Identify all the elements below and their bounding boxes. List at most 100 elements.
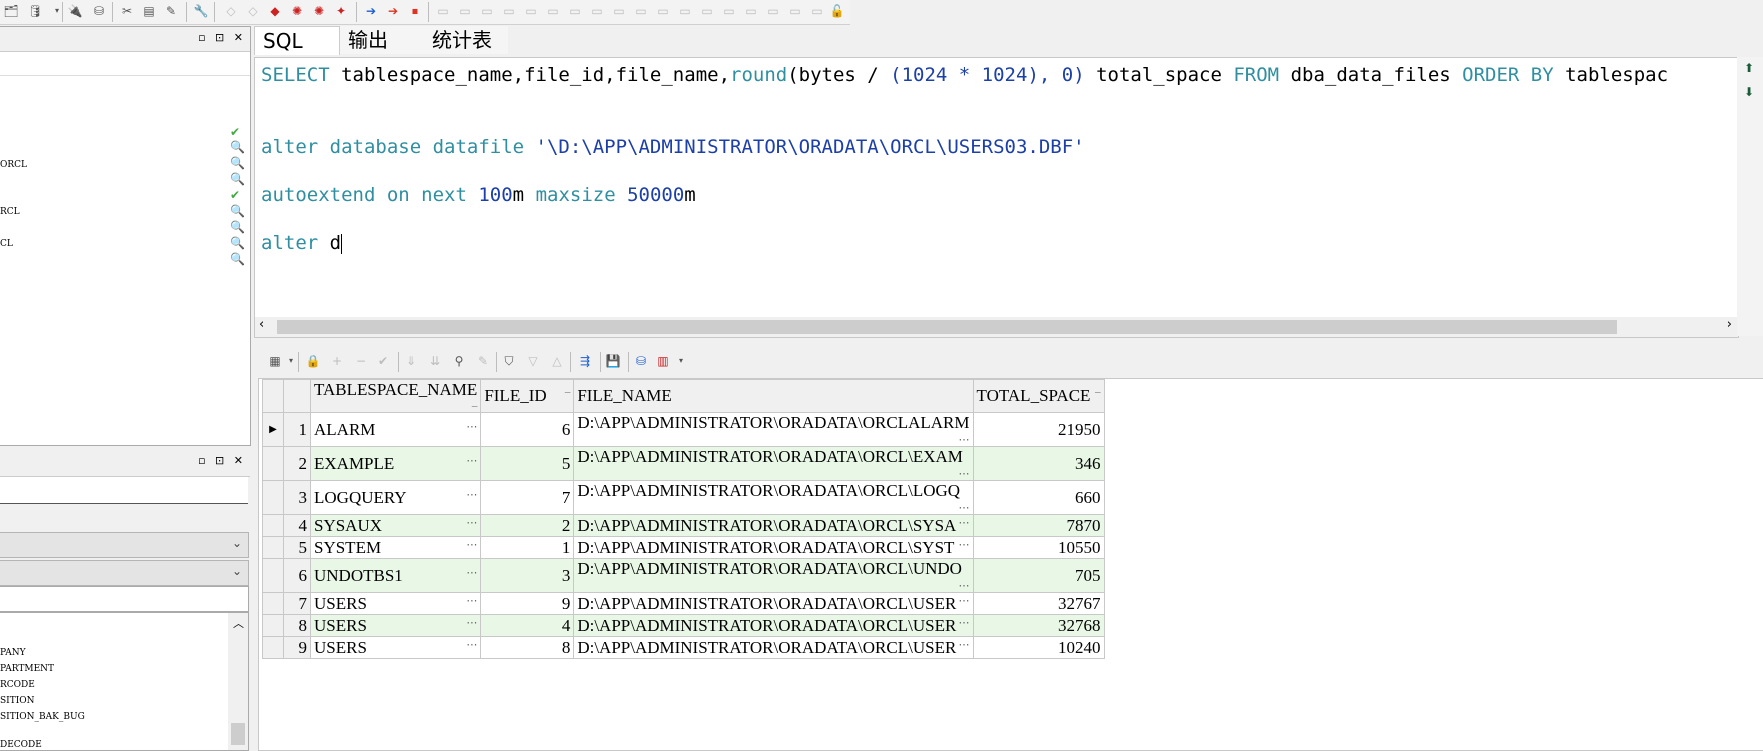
disabled-tool-icon[interactable]: ▭ [500,2,518,20]
connect-icon[interactable]: 🔌 [66,2,84,20]
cell-file-name[interactable]: D:\APP\ADMINISTRATOR\ORADATA\ORCL\USER ⋯ [573,614,974,637]
table-row[interactable]: 4 SYSAUX ⋯ 2 D:\APP\ADMINISTRATOR\ORADATA\OR… [262,514,1105,537]
owner-combo[interactable]: ⌄ [0,532,249,558]
dropdown-arrow-icon[interactable]: ▾ [48,2,66,20]
tree-item[interactable]: RCL [0,207,20,217]
cell-total-space[interactable]: 705 [972,558,1105,593]
unlock-icon[interactable]: 🔓 [828,2,846,20]
cell-total-space[interactable]: 7870 [972,514,1105,537]
binoculars-icon[interactable]: ⚲ [450,352,468,370]
disabled-tool-icon[interactable]: ◇ [244,2,262,20]
cell-editor-button[interactable]: ⋯ [466,454,477,467]
cell-file-name[interactable]: D:\APP\ADMINISTRATOR\ORADATA\ORCL\SYST ⋯ [573,536,974,559]
list-item[interactable]: SITION_BAK_BUG [0,712,85,722]
disabled-tool-icon[interactable]: ▭ [610,2,628,20]
cell-file-name[interactable]: D:\APP\ADMINISTRATOR\ORADATA\ORCL\EXAM ⋯ [573,446,974,481]
cell-editor-button[interactable]: ⋯ [959,616,970,629]
chevron-up-icon[interactable]: ︿ [233,615,244,631]
cell-file-name[interactable]: D:\APP\ADMINISTRATOR\ORADATA\ORCL\LOGQ ⋯ [573,480,974,515]
cell-tablespace-name[interactable]: SYSTEM ⋯ [309,536,482,559]
type-combo[interactable]: ⌄ [0,560,249,586]
export-icon[interactable]: ⇶ [576,352,594,370]
cell-total-space[interactable]: 346 [972,446,1105,481]
cell-tablespace-name[interactable]: USERS ⋯ [309,614,482,637]
post-changes-icon[interactable]: ✔ [374,352,392,370]
report-icon[interactable]: ▤ [140,2,158,20]
cell-editor-button[interactable]: ⋯ [466,488,477,501]
list-item[interactable]: PANY [0,648,26,658]
column-header[interactable]: TABLESPACE_NAME – [309,379,482,413]
cell-editor-button[interactable]: ⋯ [466,538,477,551]
disabled-tool-icon[interactable]: ▭ [742,2,760,20]
arrow-up-icon[interactable]: ⬆ [1744,61,1754,75]
tools-icon[interactable]: ✂ [118,2,136,20]
disabled-tool-icon[interactable]: ▭ [456,2,474,20]
fetch-last-icon[interactable]: ⇊ [426,352,444,370]
delete-row-icon[interactable]: − [352,352,370,370]
red-cube-icon[interactable]: ◆ [266,2,284,20]
sql-editor[interactable]: SELECT tablespace_name,file_id,file_name… [254,57,1739,338]
disabled-tool-icon[interactable]: ▭ [764,2,782,20]
disabled-tool-icon[interactable]: ▭ [522,2,540,20]
cell-total-space[interactable]: 10240 [972,636,1105,659]
database-icon[interactable]: ⛁ [632,352,650,370]
cell-editor-button[interactable]: ⋯ [959,516,970,529]
disabled-tool-icon[interactable]: ▭ [434,2,452,20]
search-input[interactable] [0,586,249,612]
stop-icon[interactable]: ⏹ [406,2,424,20]
cell-file-name[interactable]: D:\APP\ADMINISTRATOR\ORADATA\ORCL\USER ⋯ [573,592,974,615]
sort-down-icon[interactable]: ▽ [524,352,542,370]
table-row[interactable]: 3 LOGQUERY ⋯ 7 D:\APP\ADMINISTRATOR\ORADATA\… [262,480,1105,515]
red-gear-icon[interactable]: ✺ [288,2,306,20]
cell-tablespace-name[interactable]: SYSAUX ⋯ [309,514,482,537]
red-brush-icon[interactable]: ✦ [332,2,350,20]
chevron-right-icon[interactable]: › [1727,317,1732,332]
cell-file-id[interactable]: 8 [480,636,575,659]
list-item[interactable]: PARTMENT [0,664,54,674]
column-header[interactable]: FILE_ID – [480,379,575,413]
disconnect-icon[interactable]: ⛁ [90,2,108,20]
table-row[interactable]: 6 UNDOTBS1 ⋯ 3 D:\APP\ADMINISTRATOR\ORADATA\… [262,558,1105,593]
cell-editor-button[interactable]: ⋯ [959,638,970,651]
cell-total-space[interactable]: 10550 [972,536,1105,559]
cell-editor-button[interactable]: ⋯ [466,594,477,607]
cell-editor-button[interactable]: ⋯ [466,516,477,529]
list-item[interactable]: SITION [0,696,35,706]
disabled-tool-icon[interactable]: ▭ [632,2,650,20]
sort-up-icon[interactable]: △ [548,352,566,370]
tab-statistics[interactable]: 统计表 [424,26,508,54]
cell-file-name[interactable]: D:\APP\ADMINISTRATOR\ORADATA\ORCL\USER ⋯ [573,636,974,659]
lock-icon[interactable]: 🔒 [304,352,322,370]
clear-icon[interactable]: ✎ [474,352,492,370]
fetch-next-icon[interactable]: ⇓ [402,352,420,370]
chart-icon[interactable]: ▥ [654,352,672,370]
tab-output[interactable]: 输出 [340,26,424,54]
cell-tablespace-name[interactable]: LOGQUERY ⋯ [309,480,482,515]
cell-tablespace-name[interactable]: EXAMPLE ⋯ [309,446,482,481]
disabled-tool-icon[interactable]: ▭ [786,2,804,20]
tree-item[interactable]: CL [0,239,13,249]
cell-editor-button[interactable]: ⋯ [959,467,970,480]
cell-file-id[interactable]: 1 [480,536,575,559]
notes-icon[interactable]: ✎ [162,2,180,20]
arrow-right-red-icon[interactable]: ➔ [384,2,402,20]
cell-total-space[interactable]: 32767 [972,592,1105,615]
cell-file-id[interactable]: 7 [480,480,575,515]
cell-file-id[interactable]: 4 [480,614,575,637]
cell-file-id[interactable]: 5 [480,446,575,481]
cell-total-space[interactable]: 21950 [972,412,1105,447]
column-header[interactable]: TOTAL_SPACE – [972,379,1105,413]
cell-file-id[interactable]: 9 [480,592,575,615]
filter-bar[interactable] [0,477,248,504]
disabled-tool-icon[interactable]: ▭ [566,2,584,20]
disabled-tool-icon[interactable]: ▭ [654,2,672,20]
cell-editor-button[interactable]: ⋯ [466,638,477,651]
cell-editor-button[interactable]: ⋯ [959,433,970,446]
cell-file-id[interactable]: 6 [480,412,575,447]
disabled-tool-icon[interactable]: ▭ [588,2,606,20]
cell-editor-button[interactable]: ⋯ [959,538,970,551]
cell-file-id[interactable]: 2 [480,514,575,537]
cell-file-name[interactable]: D:\APP\ADMINISTRATOR\ORADATA\ORCL\SYSA ⋯ [573,514,974,537]
add-row-icon[interactable]: + [328,352,346,370]
table-row[interactable]: 8 USERS ⋯ 4 D:\APP\ADMINISTRATOR\ORADATA\ORC… [262,614,1105,637]
